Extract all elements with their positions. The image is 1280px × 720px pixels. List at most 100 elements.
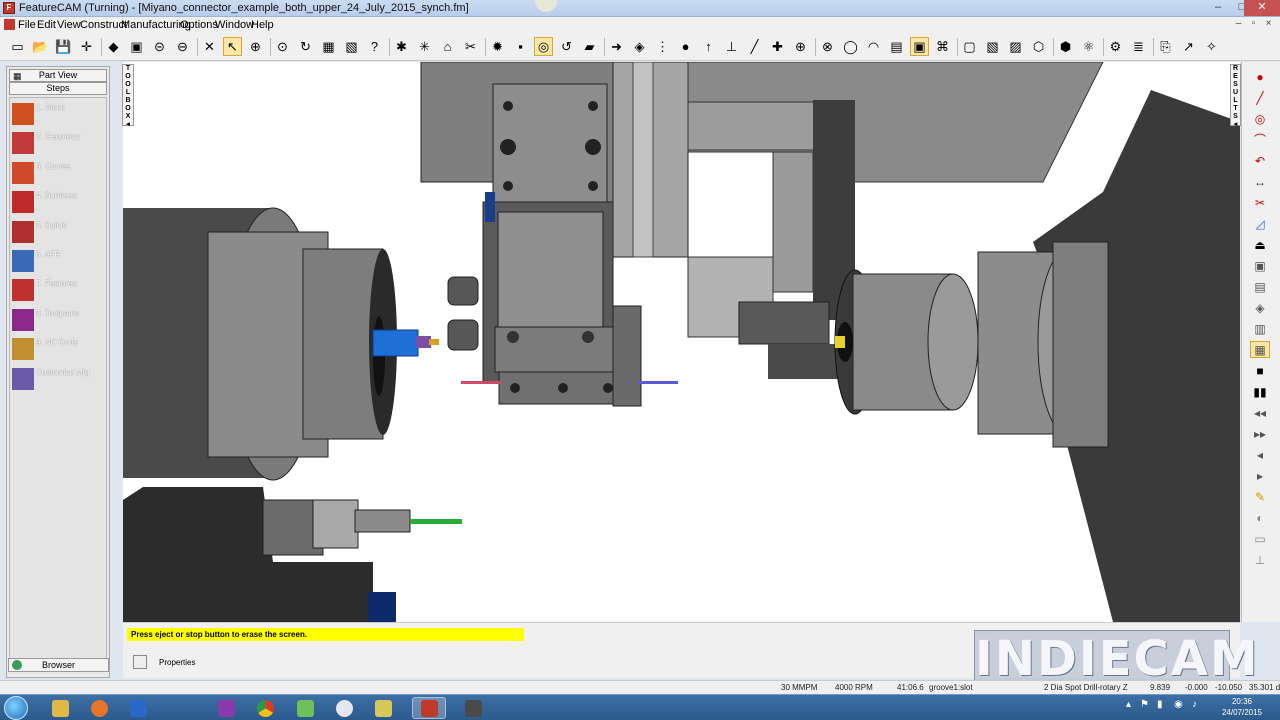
- measure-icon[interactable]: ⊥: [1250, 551, 1270, 568]
- taskbar-app-10[interactable]: [456, 697, 490, 719]
- chamfer-icon[interactable]: ◿: [1250, 215, 1270, 232]
- tray-network-icon[interactable]: ◉: [1174, 699, 1183, 710]
- section-icon[interactable]: ◐: [1250, 509, 1270, 526]
- tool-2-icon[interactable]: ⚙: [1106, 37, 1125, 56]
- step-forward-icon[interactable]: ▸▸: [1250, 425, 1270, 442]
- copy-icon[interactable]: ⎘: [1156, 37, 1175, 56]
- document-minimize-button[interactable]: –: [1232, 18, 1245, 31]
- transform-icon[interactable]: ➜: [607, 37, 626, 56]
- eject-icon[interactable]: ⏏: [1250, 236, 1270, 253]
- taskbar-app-6[interactable]: [288, 697, 322, 719]
- circle-x-icon[interactable]: ⊗: [818, 37, 837, 56]
- highlight-icon[interactable]: ✎: [1250, 488, 1270, 505]
- document-restore-button[interactable]: ▫: [1247, 18, 1260, 31]
- star-icon[interactable]: ✧: [1202, 37, 1221, 56]
- probe-icon[interactable]: ▭: [1250, 530, 1270, 547]
- shade-2-icon[interactable]: ▨: [1006, 37, 1025, 56]
- color-icon[interactable]: ◆: [104, 37, 123, 56]
- point-icon[interactable]: ▪: [511, 37, 530, 56]
- step-customize-mfg[interactable]: Customize Mfg: [10, 367, 106, 395]
- snap-options-icon[interactable]: ✳: [415, 37, 434, 56]
- active-view-icon[interactable]: ▦: [1250, 341, 1270, 358]
- arc-icon[interactable]: ⌒: [1250, 131, 1270, 148]
- step-surfaces[interactable]: 4. Surfaces: [10, 190, 106, 218]
- step-features[interactable]: 7. Features: [10, 278, 106, 306]
- trim-icon[interactable]: ✂: [461, 37, 480, 56]
- line-icon[interactable]: ╱: [745, 37, 764, 56]
- snap-icon[interactable]: ✱: [392, 37, 411, 56]
- taskbar-app-8[interactable]: [366, 697, 400, 719]
- zoom-window-icon[interactable]: ⊙: [273, 37, 292, 56]
- rotate-icon[interactable]: ↻: [296, 37, 315, 56]
- line-icon[interactable]: ╱: [1250, 89, 1270, 106]
- iso-1-icon[interactable]: ⬡: [1029, 37, 1048, 56]
- toolbox-toggle[interactable]: T O O L B O X ◂: [122, 64, 134, 128]
- taskbar-media-player[interactable]: [82, 697, 116, 719]
- document-close-button[interactable]: ×: [1262, 18, 1275, 31]
- document-icon[interactable]: [4, 19, 15, 30]
- menu-file[interactable]: File: [18, 19, 36, 31]
- step-back-icon[interactable]: ◂◂: [1250, 404, 1270, 421]
- minimize-button[interactable]: –: [1206, 0, 1230, 16]
- step-afr[interactable]: 6. AFR: [10, 249, 106, 277]
- line-up-icon[interactable]: ↑: [699, 37, 718, 56]
- play-icon[interactable]: ▸: [1250, 467, 1270, 484]
- cross-icon[interactable]: ✚: [768, 37, 787, 56]
- help-icon[interactable]: ?: [365, 37, 384, 56]
- point-icon[interactable]: ●: [1250, 68, 1270, 85]
- taskbar-outlook[interactable]: [121, 697, 155, 719]
- menu-help[interactable]: Help: [251, 19, 274, 31]
- move-icon[interactable]: ✛: [77, 37, 96, 56]
- import-icon[interactable]: ▦: [319, 37, 338, 56]
- arc-icon[interactable]: ↺: [557, 37, 576, 56]
- menu-window[interactable]: Window: [215, 19, 254, 31]
- iso-2-icon[interactable]: ⬢: [1056, 37, 1075, 56]
- steps-tab[interactable]: Steps: [9, 82, 107, 95]
- tool-icon[interactable]: ⚛: [1079, 37, 1098, 56]
- step-toolpaths[interactable]: 8. Toolpaths: [10, 308, 106, 336]
- grid-icon[interactable]: ⋮: [653, 37, 672, 56]
- taskbar-app-4[interactable]: [209, 697, 243, 719]
- pause-icon[interactable]: ▮▮: [1250, 383, 1270, 400]
- surface-icon[interactable]: ⌘: [933, 37, 952, 56]
- menu-edit[interactable]: Edit: [37, 19, 56, 31]
- list-icon[interactable]: ≣: [1129, 37, 1148, 56]
- box-icon[interactable]: ▢: [960, 37, 979, 56]
- rotate-view-icon[interactable]: ◈: [1250, 299, 1270, 316]
- render-icon[interactable]: ▣: [127, 37, 146, 56]
- circle-center-icon[interactable]: ◎: [534, 37, 553, 56]
- close-button[interactable]: ✕: [1244, 0, 1280, 16]
- open-icon[interactable]: 📂: [31, 37, 50, 56]
- paste-icon[interactable]: ▤: [1250, 278, 1270, 295]
- trim-icon[interactable]: ✂: [1250, 194, 1270, 211]
- zoom-in-icon[interactable]: ⊝: [150, 37, 169, 56]
- save-icon[interactable]: 💾: [54, 37, 73, 56]
- toolpath-view-icon[interactable]: ▥: [1250, 320, 1270, 337]
- select-icon[interactable]: ↖: [223, 37, 242, 56]
- browser-button[interactable]: Browser: [8, 658, 109, 672]
- circle-cross-icon[interactable]: ⊕: [791, 37, 810, 56]
- assembly-icon[interactable]: ◈: [630, 37, 649, 56]
- taskbar-chrome[interactable]: [248, 697, 282, 719]
- home-icon[interactable]: ⌂: [438, 37, 457, 56]
- zoom-out-icon[interactable]: ⊖: [173, 37, 192, 56]
- tray-expand-icon[interactable]: ▴: [1126, 699, 1131, 710]
- taskbar-explorer[interactable]: [43, 697, 77, 719]
- play-back-icon[interactable]: ◂: [1250, 446, 1270, 463]
- part-view-tab[interactable]: ▦ Part View: [9, 69, 107, 82]
- results-toggle[interactable]: R E S U L T S ◂: [1230, 64, 1241, 128]
- step-solids[interactable]: 5. Solids: [10, 220, 106, 248]
- featurecam-app-icon[interactable]: F: [3, 2, 15, 14]
- export-icon[interactable]: ▧: [342, 37, 361, 56]
- fillet-icon[interactable]: ↶: [1250, 152, 1270, 169]
- dimension-icon[interactable]: ↔: [1250, 173, 1270, 190]
- tray-volume-icon[interactable]: ♪: [1192, 699, 1197, 710]
- new-icon[interactable]: ▭: [8, 37, 27, 56]
- step-curves[interactable]: 3. Curves: [10, 161, 106, 189]
- shade-icon[interactable]: ▧: [983, 37, 1002, 56]
- circle-icon[interactable]: ◯: [841, 37, 860, 56]
- menu-view[interactable]: View: [57, 19, 81, 31]
- extrude-icon[interactable]: ▰: [580, 37, 599, 56]
- start-button[interactable]: [4, 696, 28, 720]
- 3d-viewport[interactable]: [123, 62, 1240, 622]
